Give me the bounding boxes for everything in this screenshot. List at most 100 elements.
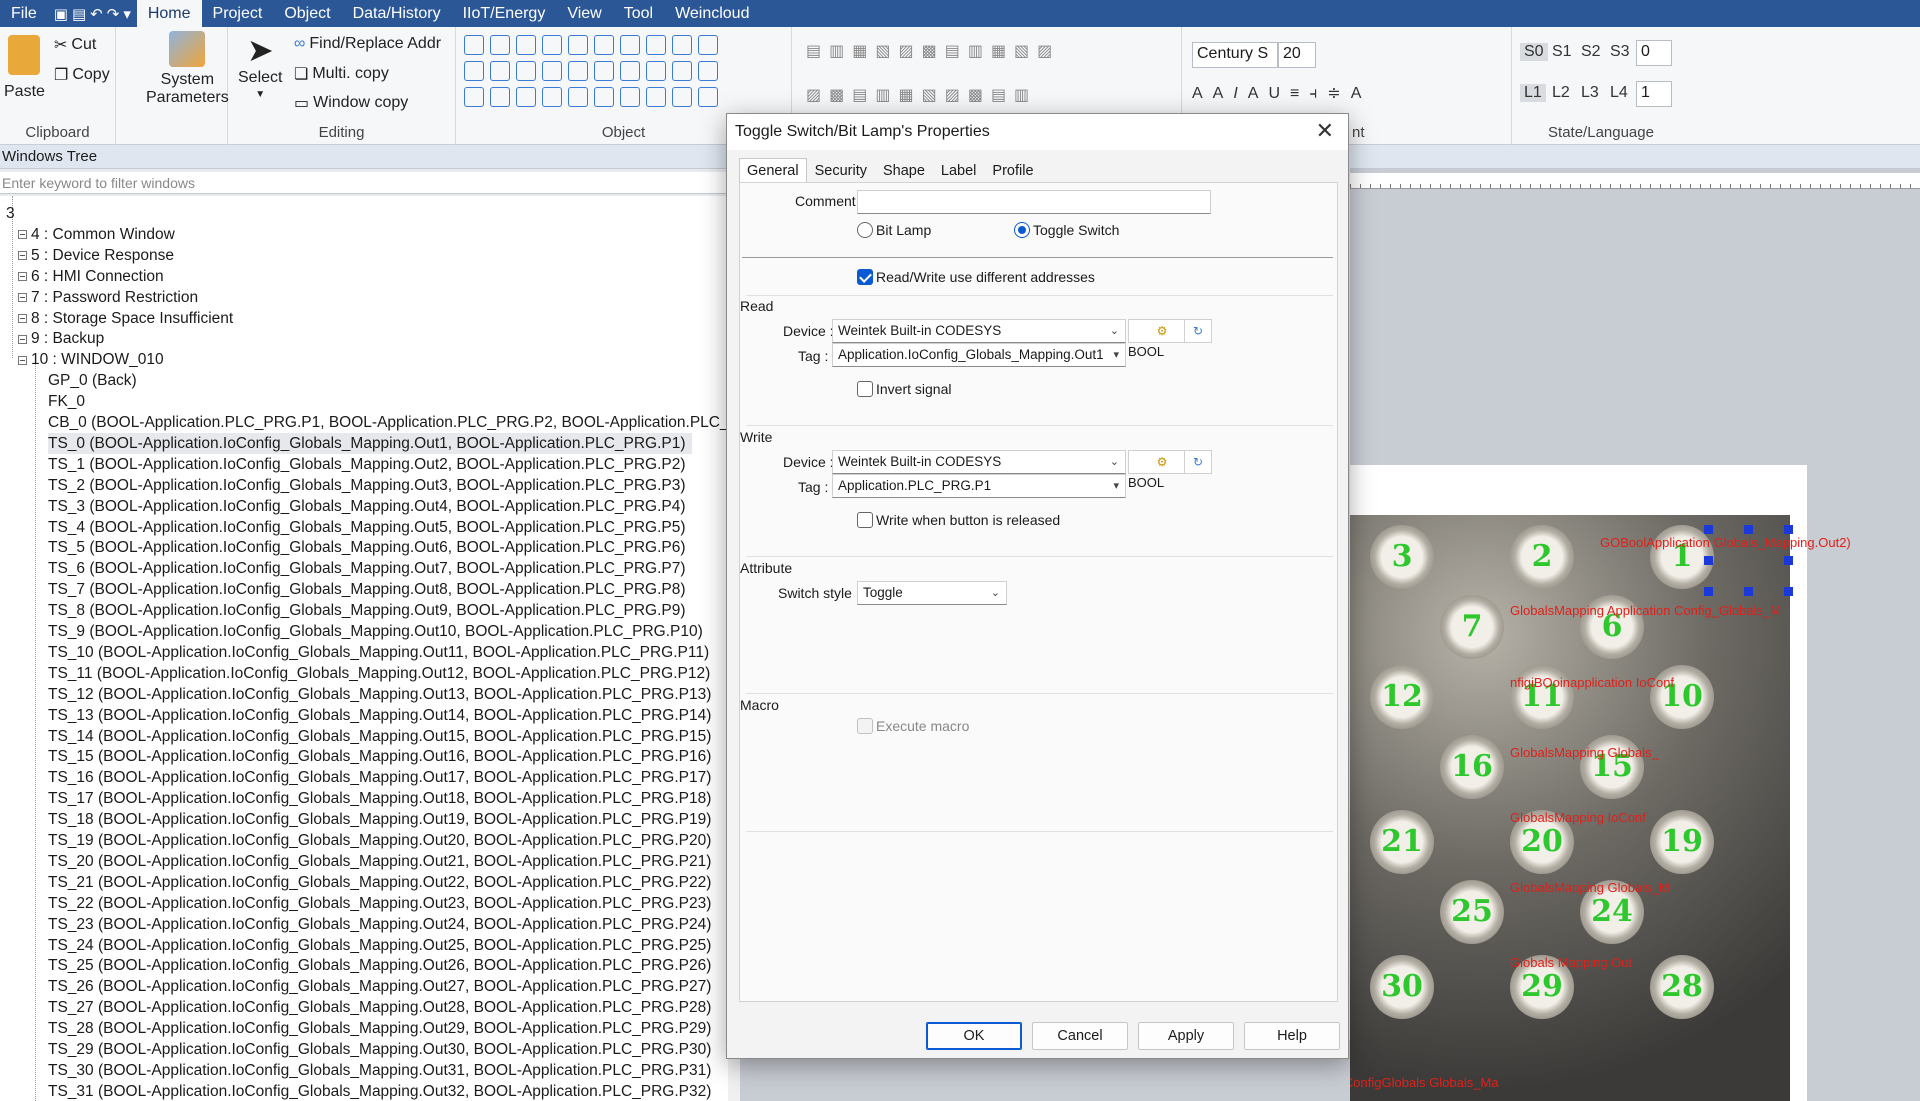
- tree-window-item[interactable]: 3: [6, 203, 15, 224]
- bit-lamp-icon[interactable]: [464, 35, 484, 55]
- write-tag-select[interactable]: Application.PLC_PRG.P1 ▾: [832, 474, 1126, 498]
- language-l4[interactable]: L4: [1610, 84, 1628, 102]
- rectangle-icon[interactable]: [672, 61, 692, 81]
- peg-image[interactable]: 19: [1650, 810, 1714, 874]
- order-icons[interactable]: ▨▩▤▥▦▧▨▩▤▥: [806, 85, 1037, 105]
- tree-object-item[interactable]: TS_21 (BOOL-Application.IoConfig_Globals…: [48, 872, 717, 893]
- language-l3[interactable]: L3: [1581, 84, 1599, 102]
- design-canvas[interactable]: 3 2 1 7 6 12 11 10 16 15 21 20 19 25 24 30 29 28 GOBoolAp…: [1350, 145, 1920, 1101]
- collapse-icon[interactable]: [18, 334, 27, 344]
- text-icon[interactable]: [490, 87, 510, 107]
- tree-object-item[interactable]: TS_0 (BOOL-Application.IoConfig_Globals_…: [48, 432, 692, 454]
- set-word-icon[interactable]: [542, 35, 562, 55]
- state-value-input[interactable]: 0: [1636, 40, 1672, 66]
- tree-window-item[interactable]: 7 : Password Restriction: [18, 287, 198, 308]
- window-copy-button[interactable]: ▭ Window copy: [294, 93, 408, 113]
- collapse-icon[interactable]: [18, 251, 27, 261]
- tree-object-item[interactable]: TS_31 (BOOL-Application.IoConfig_Globals…: [48, 1081, 717, 1101]
- tree-object-item[interactable]: FK_0: [48, 391, 91, 412]
- font-size-combo[interactable]: 20: [1278, 42, 1316, 68]
- read-tag-select[interactable]: Application.IoConfig_Globals_Mapping.Out…: [832, 343, 1126, 367]
- menu-iiot-energy[interactable]: IIoT/Energy: [452, 0, 557, 27]
- tree-object-item[interactable]: TS_18 (BOOL-Application.IoConfig_Globals…: [48, 809, 717, 830]
- menu-project[interactable]: Project: [202, 0, 274, 27]
- slider-icon[interactable]: [646, 35, 666, 55]
- tree-object-item[interactable]: TS_30 (BOOL-Application.IoConfig_Globals…: [48, 1060, 717, 1081]
- tree-object-item[interactable]: TS_27 (BOOL-Application.IoConfig_Globals…: [48, 997, 717, 1018]
- align-icons[interactable]: ▤▥▦▧▨▩▤▥▦▧▨: [806, 41, 1060, 61]
- read-device-select[interactable]: Weintek Built-in CODESYS ⌄: [832, 319, 1126, 343]
- menu-view[interactable]: View: [556, 0, 612, 27]
- menu-object[interactable]: Object: [273, 0, 341, 27]
- peg-image[interactable]: 28: [1650, 955, 1714, 1019]
- tree-object-item[interactable]: TS_20 (BOOL-Application.IoConfig_Globals…: [48, 851, 717, 872]
- more-icon[interactable]: [698, 87, 718, 107]
- ok-button[interactable]: OK: [926, 1022, 1022, 1050]
- tree-object-item[interactable]: TS_24 (BOOL-Application.IoConfig_Globals…: [48, 935, 717, 956]
- language-l1[interactable]: L1: [1520, 84, 1546, 102]
- menu-file[interactable]: File: [0, 0, 48, 27]
- menu-tool[interactable]: Tool: [613, 0, 664, 27]
- polyline-icon[interactable]: [542, 61, 562, 81]
- peg-image[interactable]: 30: [1370, 955, 1434, 1019]
- numeric-icon[interactable]: [464, 61, 484, 81]
- state-s3[interactable]: S3: [1610, 43, 1630, 61]
- write-when-released-checkbox[interactable]: [857, 512, 873, 528]
- paste-button[interactable]: Paste: [4, 35, 45, 101]
- selection-handle[interactable]: [1704, 525, 1713, 534]
- ascii-icon[interactable]: [490, 61, 510, 81]
- help-button[interactable]: Help: [1244, 1022, 1340, 1050]
- language-value-input[interactable]: 1: [1636, 81, 1672, 107]
- picture-icon[interactable]: [516, 87, 536, 107]
- sparkle-icon[interactable]: [464, 87, 484, 107]
- selection-handle[interactable]: [1744, 587, 1753, 596]
- tree-object-item[interactable]: TS_25 (BOOL-Application.IoConfig_Globals…: [48, 955, 717, 976]
- brush-icon[interactable]: [672, 87, 692, 107]
- tree-object-item[interactable]: TS_2 (BOOL-Application.IoConfig_Globals_…: [48, 475, 692, 496]
- peg-image[interactable]: 25: [1440, 880, 1504, 944]
- tree-object-item[interactable]: TS_19 (BOOL-Application.IoConfig_Globals…: [48, 830, 717, 851]
- switch-style-select[interactable]: Toggle ⌄: [857, 581, 1007, 605]
- bar-icon[interactable]: [620, 87, 640, 107]
- frame-icon[interactable]: [542, 87, 562, 107]
- word-lamp-icon[interactable]: [490, 35, 510, 55]
- star-icon[interactable]: [698, 61, 718, 81]
- collapse-icon[interactable]: [18, 355, 27, 365]
- tree-object-item[interactable]: TS_6 (BOOL-Application.IoConfig_Globals_…: [48, 558, 692, 579]
- tree-object-item[interactable]: TS_15 (BOOL-Application.IoConfig_Globals…: [48, 746, 717, 767]
- line-icon[interactable]: [516, 61, 536, 81]
- tree-window-item[interactable]: 10 : WINDOW_010: [18, 349, 164, 370]
- set-bit-icon[interactable]: [516, 35, 536, 55]
- tab-label[interactable]: Label: [933, 158, 984, 182]
- tab-profile[interactable]: Profile: [984, 158, 1041, 182]
- pie-icon[interactable]: [646, 61, 666, 81]
- tree-object-item[interactable]: TS_5 (BOOL-Application.IoConfig_Globals_…: [48, 537, 692, 558]
- arc-icon[interactable]: [594, 61, 614, 81]
- combo-button-icon[interactable]: [672, 35, 692, 55]
- selection-handle[interactable]: [1744, 525, 1753, 534]
- collapse-icon[interactable]: [18, 272, 27, 282]
- font-name-combo[interactable]: Century S: [1192, 42, 1278, 68]
- tree-object-item[interactable]: TS_13 (BOOL-Application.IoConfig_Globals…: [48, 705, 717, 726]
- tree-object-item[interactable]: TS_28 (BOOL-Application.IoConfig_Globals…: [48, 1018, 717, 1039]
- tree-object-item[interactable]: TS_1 (BOOL-Application.IoConfig_Globals_…: [48, 454, 692, 475]
- collapse-icon[interactable]: [18, 293, 27, 302]
- tree-object-item[interactable]: TS_12 (BOOL-Application.IoConfig_Globals…: [48, 684, 717, 705]
- table-icon[interactable]: [698, 35, 718, 55]
- tab-general[interactable]: General: [739, 158, 807, 182]
- tree-object-item[interactable]: TS_4 (BOOL-Application.IoConfig_Globals_…: [48, 517, 692, 538]
- tree-window-item[interactable]: 5 : Device Response: [18, 245, 174, 266]
- tree-object-item[interactable]: GP_0 (Back): [48, 370, 143, 391]
- selection-handle[interactable]: [1704, 587, 1713, 596]
- cancel-button[interactable]: Cancel: [1032, 1022, 1128, 1050]
- close-icon[interactable]: ✕: [1316, 120, 1334, 142]
- function-key-icon[interactable]: [568, 35, 588, 55]
- copy-button[interactable]: ❐ Copy: [54, 65, 110, 85]
- write-device-select[interactable]: Weintek Built-in CODESYS ⌄: [832, 450, 1126, 474]
- menu-home[interactable]: Home: [136, 0, 202, 27]
- state-s1[interactable]: S1: [1552, 43, 1572, 61]
- peg-image[interactable]: 21: [1370, 810, 1434, 874]
- undo-icon[interactable]: ↶: [90, 5, 103, 23]
- peg-image[interactable]: 2: [1510, 525, 1574, 589]
- bit-lamp-radio[interactable]: [857, 222, 873, 238]
